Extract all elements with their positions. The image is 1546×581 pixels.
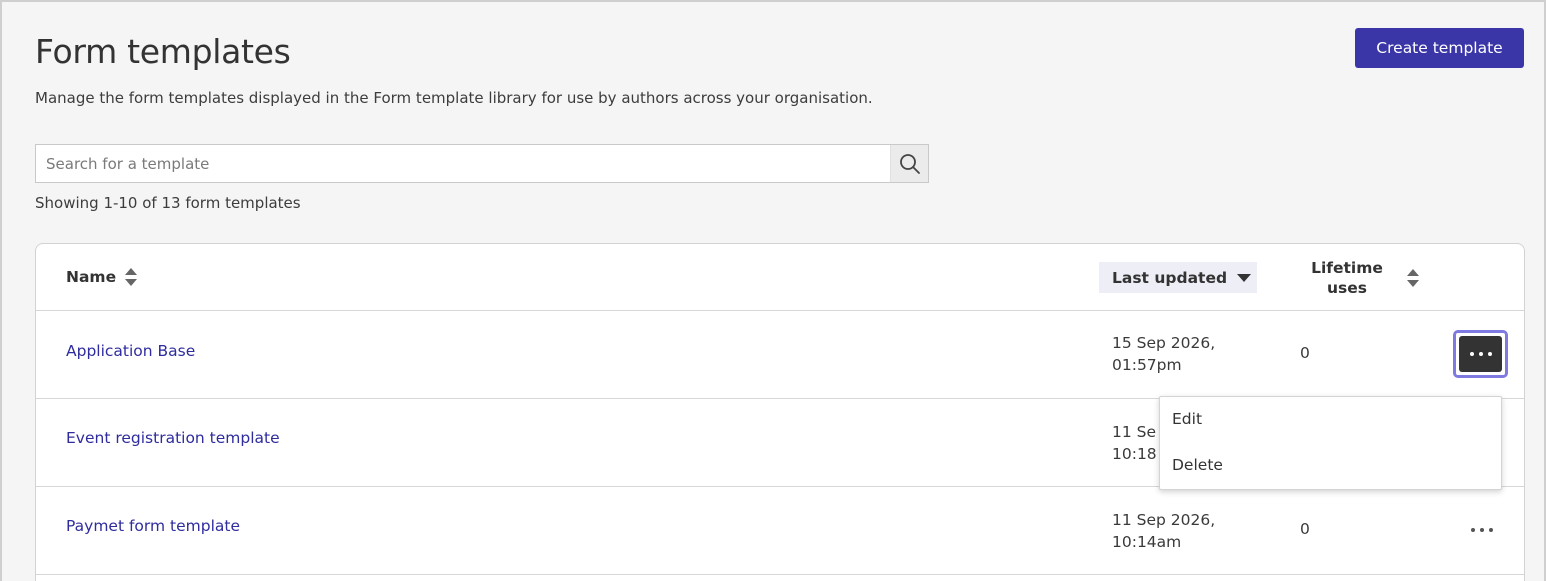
menu-item-edit[interactable]: Edit: [1172, 410, 1202, 428]
row-actions-button[interactable]: [1453, 330, 1508, 378]
last-updated-date: 15 Sep 2026,: [1112, 334, 1216, 352]
sort-icon: [1407, 269, 1419, 287]
column-header-name-label: Name: [66, 268, 117, 286]
last-updated-time: 01:57pm: [1112, 356, 1182, 374]
table-row: Paymet form template 11 Sep 2026, 10:14a…: [36, 487, 1524, 575]
page-subtitle: Manage the form templates displayed in t…: [35, 89, 873, 107]
column-header-lifetime-uses-label: Lifetime uses: [1306, 258, 1388, 298]
lifetime-uses-cell: 0: [1300, 520, 1310, 538]
create-template-button[interactable]: Create template: [1355, 28, 1524, 68]
column-header-last-updated[interactable]: Last updated: [1099, 262, 1257, 293]
template-name-link[interactable]: Event registration template: [66, 429, 280, 447]
results-count: Showing 1-10 of 13 form templates: [35, 194, 301, 212]
last-updated-date: 11 Sep 2026,: [1112, 511, 1216, 529]
page-title: Form templates: [35, 32, 291, 71]
template-name-link[interactable]: Application Base: [66, 342, 195, 360]
last-updated-cell: 11 Se 10:18: [1112, 421, 1157, 465]
last-updated-cell: 15 Sep 2026, 01:57pm: [1112, 332, 1215, 376]
lifetime-uses-cell: 0: [1300, 344, 1310, 362]
column-header-lifetime-uses-line2: uses: [1327, 279, 1367, 297]
table-row: Application Base 15 Sep 2026, 01:57pm 0: [36, 311, 1524, 399]
more-dots-icon: [1471, 528, 1475, 532]
last-updated-time: 10:18: [1112, 445, 1157, 463]
page-frame: Form templates Create template Manage th…: [0, 0, 1546, 581]
search-bar: [35, 144, 929, 183]
column-header-lifetime-uses-line1: Lifetime: [1311, 259, 1383, 277]
last-updated-cell: 11 Sep 2026, 10:14am: [1112, 509, 1215, 553]
search-icon: [899, 153, 920, 174]
column-header-name[interactable]: Name: [66, 266, 138, 288]
template-name-link[interactable]: Paymet form template: [66, 517, 240, 535]
sort-desc-icon: [1237, 273, 1252, 282]
table-header: Name Last updated Lifetime uses: [36, 244, 1524, 311]
last-updated-date: 11 Se: [1112, 423, 1157, 441]
column-header-lifetime-uses[interactable]: Lifetime uses: [1306, 259, 1446, 297]
search-input[interactable]: [36, 145, 890, 182]
column-header-last-updated-label: Last updated: [1112, 268, 1228, 287]
search-button[interactable]: [890, 145, 928, 182]
row-actions-button[interactable]: [1466, 520, 1498, 540]
row-actions-menu: Edit Delete: [1159, 396, 1502, 490]
sort-icon: [125, 268, 138, 286]
more-dots-icon: [1459, 336, 1502, 372]
menu-item-delete[interactable]: Delete: [1172, 456, 1223, 474]
last-updated-time: 10:14am: [1112, 533, 1182, 551]
